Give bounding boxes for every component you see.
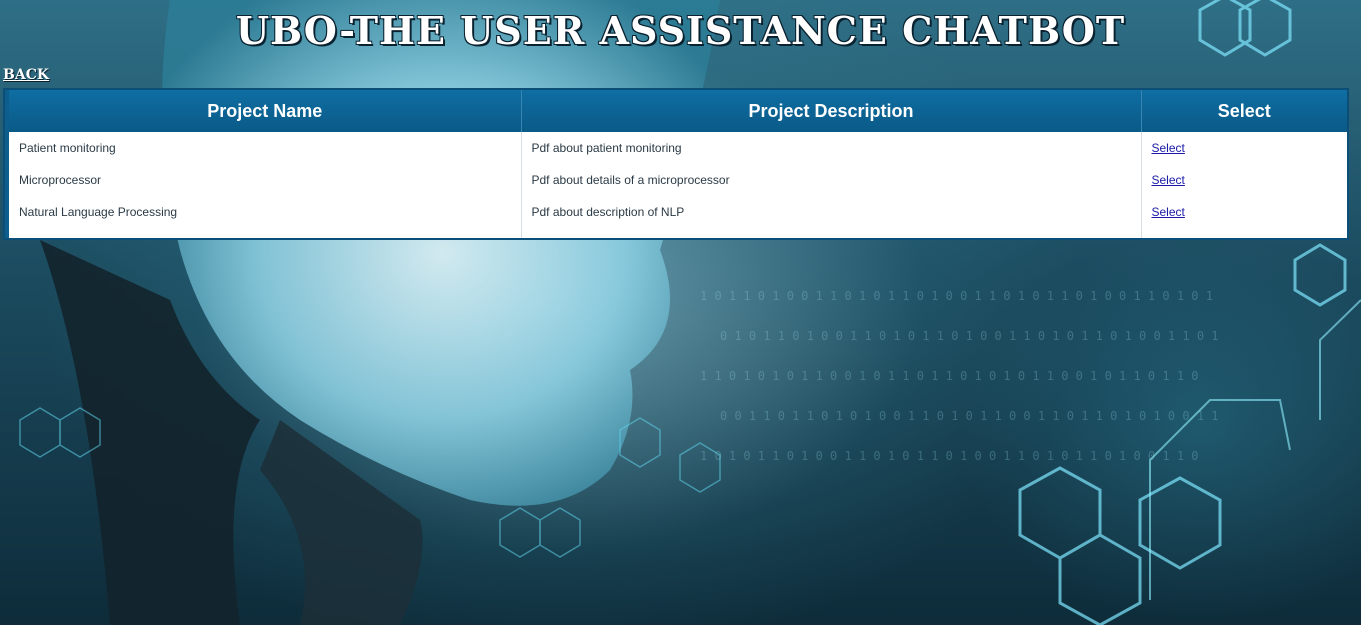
- svg-text:1 1 0 1 0 1 0 1 1 0 0 1 0 1 1: 1 1 0 1 0 1 0 1 1 0 0 1 0 1 1 0 1 1 0 1 …: [700, 369, 1199, 383]
- select-link[interactable]: Select: [1152, 141, 1185, 155]
- projects-table: Project Name Project Description Select …: [9, 90, 1347, 238]
- select-link[interactable]: Select: [1152, 205, 1185, 219]
- table-row: Patient monitoring Pdf about patient mon…: [9, 132, 1347, 164]
- column-header-project-description: Project Description: [521, 90, 1142, 132]
- table-header-row: Project Name Project Description Select: [9, 90, 1347, 132]
- project-name-cell: Patient monitoring: [9, 132, 522, 164]
- select-link[interactable]: Select: [1152, 173, 1185, 187]
- project-name-cell: Microprocessor: [9, 164, 522, 196]
- column-header-select: Select: [1141, 90, 1347, 132]
- select-cell: Select: [1141, 196, 1347, 228]
- svg-text:0 1 0 1 1 0 1 0 0 1 1 0 1 0 1: 0 1 0 1 1 0 1 0 0 1 1 0 1 0 1 1 0 1 0 0 …: [720, 329, 1219, 343]
- project-description-cell: Pdf about description of NLP: [521, 196, 1142, 228]
- project-description-cell: Pdf about details of a microprocessor: [521, 164, 1142, 196]
- back-link[interactable]: BACK: [3, 67, 49, 83]
- table-row: Microprocessor Pdf about details of a mi…: [9, 164, 1347, 196]
- svg-text:1 0 1 0 1 1 0 1 0 0 1 1 0 1 0: 1 0 1 0 1 1 0 1 0 0 1 1 0 1 0 1 1 0 1 0 …: [700, 449, 1199, 463]
- project-description-cell: Pdf about patient monitoring: [521, 132, 1142, 164]
- svg-text:0 0 1 1 0 1 1 0 1 0 1 0 0 1 1: 0 0 1 1 0 1 1 0 1 0 1 0 0 1 1 0 1 0 1 1 …: [720, 409, 1219, 423]
- select-cell: Select: [1141, 164, 1347, 196]
- table-spacer-row: [9, 228, 1347, 238]
- column-header-project-name: Project Name: [9, 90, 522, 132]
- projects-table-container: Project Name Project Description Select …: [3, 88, 1349, 240]
- select-cell: Select: [1141, 132, 1347, 164]
- svg-text:1 0 1 1 0 1 0 0 1 1 0 1 0 1 1: 1 0 1 1 0 1 0 0 1 1 0 1 0 1 1 0 1 0 0 1 …: [700, 289, 1213, 303]
- table-row: Natural Language Processing Pdf about de…: [9, 196, 1347, 228]
- page-title: UBO-THE USER ASSISTANCE CHATBOT: [235, 8, 1126, 53]
- project-name-cell: Natural Language Processing: [9, 196, 522, 228]
